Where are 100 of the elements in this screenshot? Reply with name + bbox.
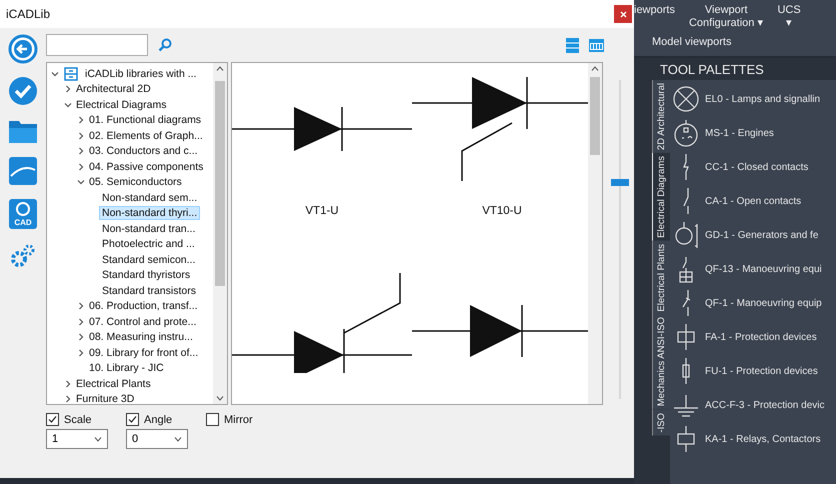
- palette-item[interactable]: FU-1 - Protection devices: [705, 366, 818, 376]
- tree-item[interactable]: Standard transistors: [100, 284, 198, 297]
- value-dropdown[interactable]: 1: [46, 429, 108, 449]
- palette-title: TOOL PALETTES: [659, 60, 765, 78]
- tree-item[interactable]: 10. Library - JIC: [87, 362, 166, 374]
- palette-item[interactable]: GD-1 - Generators and fe: [705, 230, 818, 240]
- option-label: Angle: [144, 414, 172, 426]
- palette-item[interactable]: KA-1 - Relays, Contactors: [705, 434, 821, 444]
- motor-symbol-icon: [674, 120, 698, 146]
- option-label: Mirror: [224, 414, 253, 426]
- tree-item[interactable]: Non-standard sem...: [100, 192, 200, 204]
- chevron-down-icon[interactable]: [51, 70, 59, 78]
- tree-item[interactable]: 07. Control and prote...: [87, 316, 198, 328]
- window-title: iCADLib: [6, 7, 50, 21]
- breaker-symbol-icon: [679, 256, 693, 282]
- scrollbar[interactable]: [588, 63, 602, 404]
- library-icon: [64, 66, 78, 81]
- chevron-right-icon[interactable]: [64, 380, 72, 388]
- palette-item[interactable]: CC-1 - Closed contacts: [705, 162, 808, 172]
- grid-view-icon[interactable]: [589, 38, 604, 52]
- scroll-up-icon[interactable]: [216, 66, 224, 71]
- tree-item[interactable]: 02. Elements of Graph...: [87, 130, 205, 142]
- tree-item[interactable]: 09. Library for front of...: [87, 346, 200, 359]
- chevron-down-icon[interactable]: [77, 178, 85, 186]
- tree-item[interactable]: 01. Functional diagrams: [87, 114, 204, 126]
- chevron-down-icon[interactable]: [64, 100, 72, 109]
- palette-tab[interactable]: Electrical Diagrams: [652, 153, 670, 241]
- scroll-up-icon[interactable]: [591, 66, 599, 71]
- tree-item[interactable]: Architectural 2D: [74, 83, 153, 96]
- tree-item[interactable]: iCADLib libraries with ...: [83, 68, 198, 80]
- palette-item[interactable]: MS-1 - Engines: [705, 128, 774, 138]
- symbol-label: VT1-U: [305, 205, 339, 217]
- switch-symbol-icon: [682, 289, 690, 317]
- palette-item[interactable]: CA-1 - Open contacts: [705, 196, 802, 206]
- tree-item[interactable]: Non-standard tran...: [100, 222, 198, 235]
- palette-item[interactable]: FA-1 - Protection devices: [705, 332, 817, 342]
- ribbon-button[interactable]: UCS ▾: [777, 4, 801, 30]
- palette-item[interactable]: QF-1 - Manoeuvring equip: [705, 298, 822, 308]
- tree-item[interactable]: 04. Passive components: [87, 160, 206, 173]
- tree-item[interactable]: Non-standard thyri...: [100, 207, 200, 220]
- chevron-right-icon[interactable]: [77, 318, 85, 326]
- chevron-right-icon[interactable]: [77, 132, 85, 140]
- palette-tab[interactable]: -ISO: [652, 410, 670, 436]
- closed-contact-icon: [683, 153, 689, 181]
- tree-item[interactable]: Electrical Plants: [74, 378, 153, 390]
- search-field[interactable]: [46, 34, 148, 56]
- scrollbar[interactable]: [213, 63, 227, 404]
- fuse-symbol-icon: [682, 357, 690, 385]
- chevron-right-icon[interactable]: [77, 147, 85, 156]
- chevron-right-icon[interactable]: [77, 302, 85, 310]
- chevron-right-icon[interactable]: [77, 333, 85, 342]
- scrollbar-thumb[interactable]: [590, 77, 600, 155]
- scrollbar-thumb[interactable]: [215, 81, 225, 286]
- swoosh-logo-icon[interactable]: [8, 156, 38, 186]
- relay-coil-icon: [677, 425, 695, 453]
- gears-icon[interactable]: [9, 242, 37, 270]
- ground-symbol-icon: [673, 394, 699, 416]
- chevron-right-icon[interactable]: [64, 85, 72, 94]
- tree-item[interactable]: 06. Production, transf...: [87, 300, 200, 312]
- search-icon[interactable]: [158, 38, 172, 52]
- tree-item[interactable]: Standard semicon...: [100, 254, 198, 266]
- value-dropdown[interactable]: 0: [126, 429, 188, 449]
- generator-symbol-icon: [674, 222, 698, 248]
- chevron-right-icon[interactable]: [77, 162, 85, 171]
- checkbox[interactable]: [206, 413, 219, 426]
- lamp-symbol-icon: [673, 86, 699, 112]
- palette-item[interactable]: ACC-F-3 - Protection devic: [705, 400, 824, 410]
- tree-item[interactable]: 08. Measuring instru...: [87, 331, 195, 344]
- option-label: Scale: [64, 414, 92, 426]
- scroll-down-icon[interactable]: [216, 396, 224, 401]
- palette-tab[interactable]: Mechanics ANSI-ISO: [652, 314, 670, 410]
- palette-tab[interactable]: Electrical Plants: [652, 240, 670, 314]
- tree-item[interactable]: Photoelectric and ...: [100, 238, 197, 250]
- protection-device-icon: [677, 323, 695, 351]
- ribbon-button[interactable]: Viewport Configuration ▾: [688, 4, 764, 30]
- dropdown-caret-icon[interactable]: [174, 436, 182, 442]
- close-button[interactable]: [614, 5, 632, 23]
- cad-app-icon[interactable]: CAD: [8, 198, 38, 230]
- tree-item[interactable]: Electrical Diagrams: [74, 98, 168, 111]
- ribbon-button[interactable]: iewports: [634, 4, 675, 30]
- dropdown-caret-icon[interactable]: [94, 436, 102, 442]
- checkbox[interactable]: [126, 413, 139, 426]
- checkmark-icon[interactable]: [8, 76, 38, 106]
- symbol-label: VT10-U: [482, 205, 522, 217]
- tree-item[interactable]: Standard thyristors: [100, 269, 192, 282]
- tree-item[interactable]: Furniture 3D: [74, 393, 136, 404]
- checkbox[interactable]: [46, 413, 59, 426]
- close-icon[interactable]: [620, 10, 626, 18]
- tree-item[interactable]: 05. Semiconductors: [87, 176, 184, 188]
- chevron-right-icon[interactable]: [77, 116, 85, 124]
- folder-icon[interactable]: [8, 118, 38, 144]
- list-view-icon[interactable]: [566, 38, 579, 52]
- open-contact-icon: [683, 187, 689, 215]
- palette-item[interactable]: QF-13 - Manoeuvring equi: [705, 264, 822, 274]
- tree-item[interactable]: 03. Conductors and c...: [87, 145, 200, 158]
- ribbon-panel-title: Model viewports: [652, 36, 732, 48]
- chevron-right-icon[interactable]: [77, 348, 85, 357]
- palette-tab[interactable]: 2D Architectural: [652, 80, 670, 154]
- chevron-right-icon[interactable]: [64, 395, 72, 404]
- palette-item[interactable]: EL0 - Lamps and signallin: [705, 94, 820, 104]
